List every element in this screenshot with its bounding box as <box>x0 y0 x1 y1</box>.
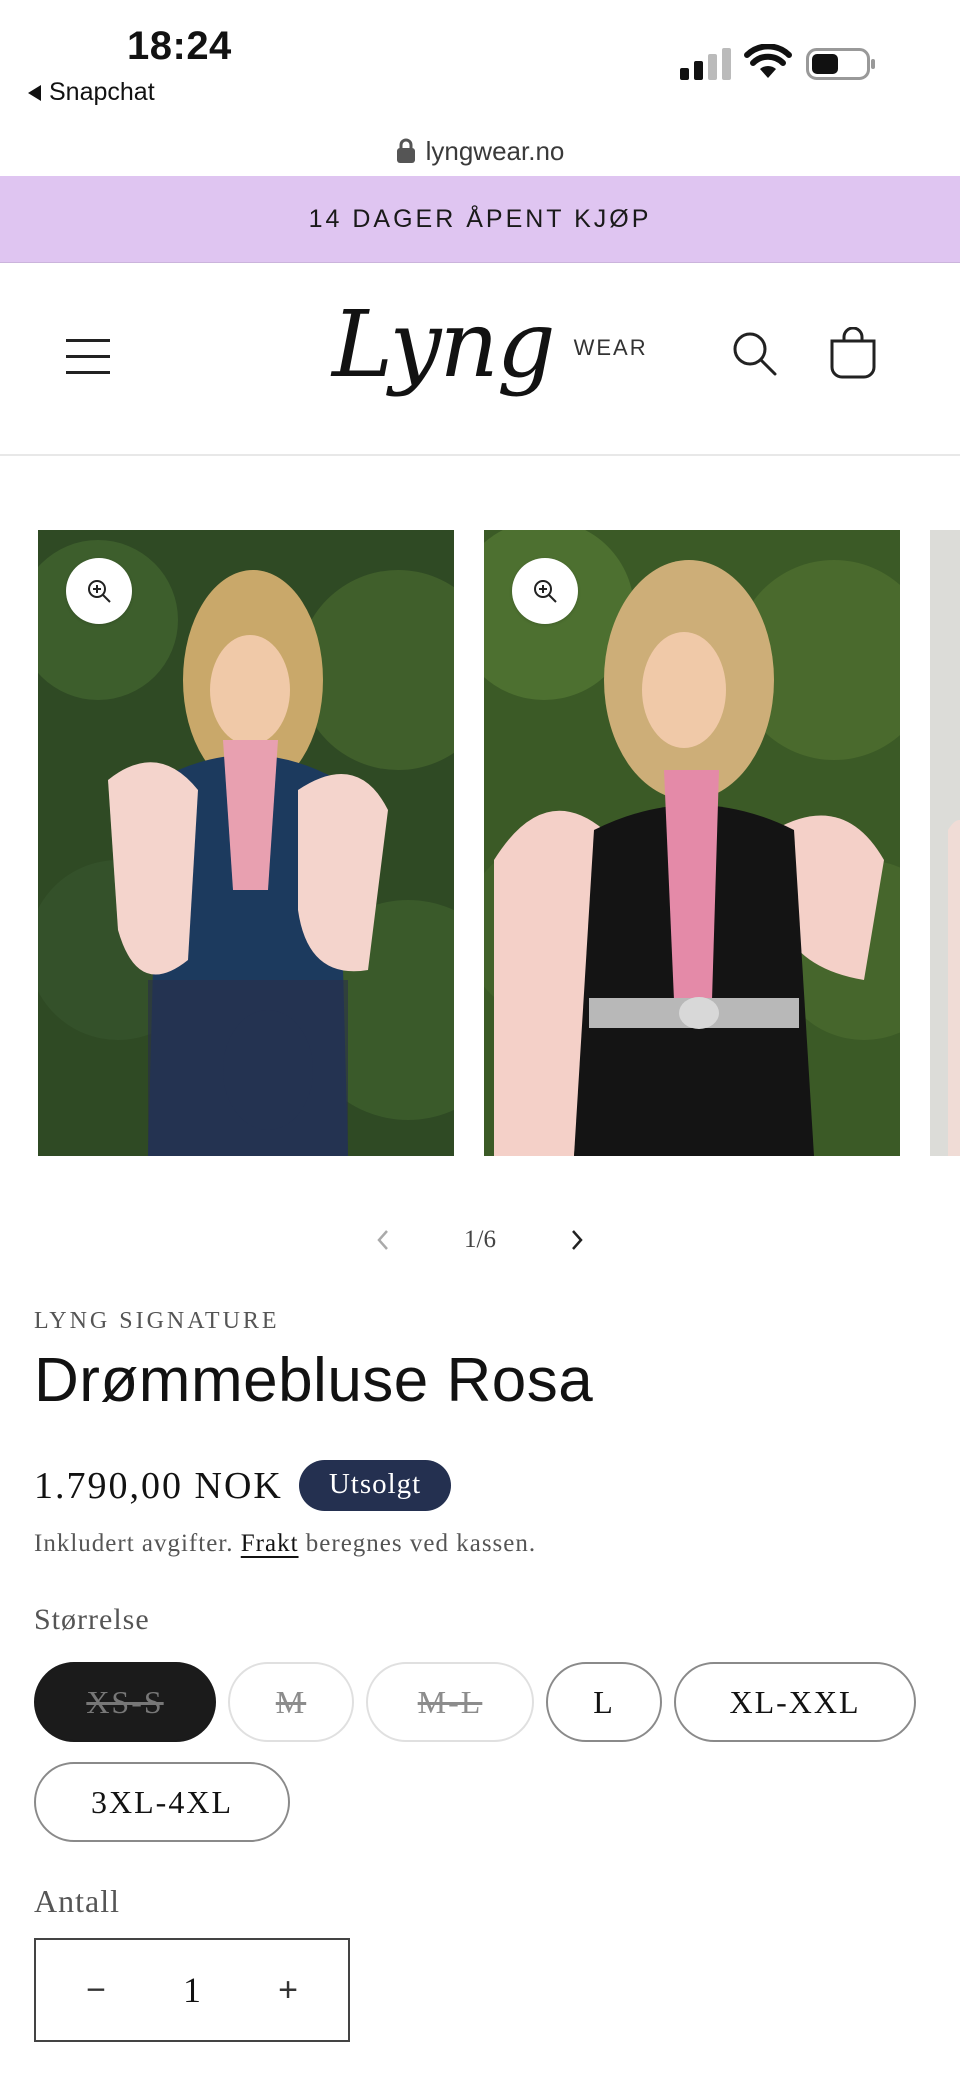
site-logo[interactable]: Lyng WEAR <box>332 299 648 391</box>
gallery-slide-2[interactable] <box>484 530 900 1156</box>
announcement-bar: 14 DAGER ÅPENT KJØP <box>0 176 960 263</box>
status-time: 18:24 <box>127 24 232 68</box>
back-app-label: Snapchat <box>49 78 155 106</box>
size-option-3xl-4xl[interactable]: 3XL-4XL <box>34 1762 290 1842</box>
quantity-label: Antall <box>34 1883 120 1919</box>
chevron-left-icon[interactable] <box>372 1225 394 1255</box>
search-icon[interactable] <box>730 329 778 377</box>
browser-url-bar[interactable]: lyngwear.no <box>0 126 960 176</box>
tax-prefix: Inkludert avgifter. <box>34 1530 234 1557</box>
gallery-counter: 1/6 <box>464 1226 496 1253</box>
zoom-button[interactable] <box>512 558 578 624</box>
quantity-stepper: − 1 + <box>34 1938 350 2042</box>
size-option-m-l[interactable]: M-L <box>366 1662 534 1742</box>
product-vendor: LYNG SIGNATURE <box>34 1308 280 1334</box>
quantity-decrease-button[interactable]: − <box>76 1971 116 2010</box>
quantity-increase-button[interactable]: + <box>268 1971 308 2010</box>
zoom-in-icon <box>88 580 111 603</box>
sold-out-badge: Utsolgt <box>298 1460 452 1511</box>
back-arrow-icon <box>28 84 41 101</box>
logo-wordmark: Lyng <box>332 291 556 398</box>
battery-icon <box>806 48 875 80</box>
status-bar: 18:24 Snapchat <box>0 0 960 122</box>
logo-suffix: WEAR <box>573 335 648 360</box>
chevron-right-icon[interactable] <box>566 1225 588 1255</box>
product-photo-3 <box>930 530 960 1156</box>
size-option-l[interactable]: L <box>546 1662 662 1742</box>
back-to-app-link[interactable]: Snapchat <box>28 78 155 107</box>
url-text: lyngwear.no <box>425 135 565 166</box>
cart-icon[interactable] <box>828 327 878 379</box>
tax-suffix: beregnes ved kassen. <box>305 1530 537 1557</box>
shipping-link[interactable]: Frakt <box>241 1530 299 1557</box>
price-row: 1.790,00 NOK Utsolgt <box>34 1460 452 1511</box>
product-gallery[interactable] <box>0 530 960 1156</box>
tax-note: Inkludert avgifter. Frakt beregnes ved k… <box>34 1530 536 1558</box>
hamburger-menu-icon[interactable] <box>66 334 110 378</box>
size-option-xs-s[interactable]: XS-S <box>34 1662 216 1742</box>
zoom-in-icon <box>534 580 557 603</box>
size-option-m[interactable]: M <box>228 1662 354 1742</box>
quantity-value[interactable]: 1 <box>183 1969 201 2011</box>
zoom-button[interactable] <box>66 558 132 624</box>
gallery-pager: 1/6 <box>0 1218 960 1262</box>
site-header: Lyng WEAR <box>0 263 960 456</box>
gallery-slide-1[interactable] <box>38 530 454 1156</box>
gallery-slide-3-peek[interactable] <box>930 530 960 1156</box>
lock-icon <box>396 138 415 163</box>
product-title: Drømmebluse Rosa <box>34 1346 594 1415</box>
size-label: Størrelse <box>34 1603 150 1636</box>
size-options: XS-S M M-L L XL-XXL 3XL-4XL <box>34 1662 934 1842</box>
product-price: 1.790,00 NOK <box>34 1464 283 1507</box>
cellular-signal-icon <box>680 48 731 80</box>
wifi-icon <box>744 44 792 78</box>
size-option-xl-xxl[interactable]: XL-XXL <box>674 1662 916 1742</box>
